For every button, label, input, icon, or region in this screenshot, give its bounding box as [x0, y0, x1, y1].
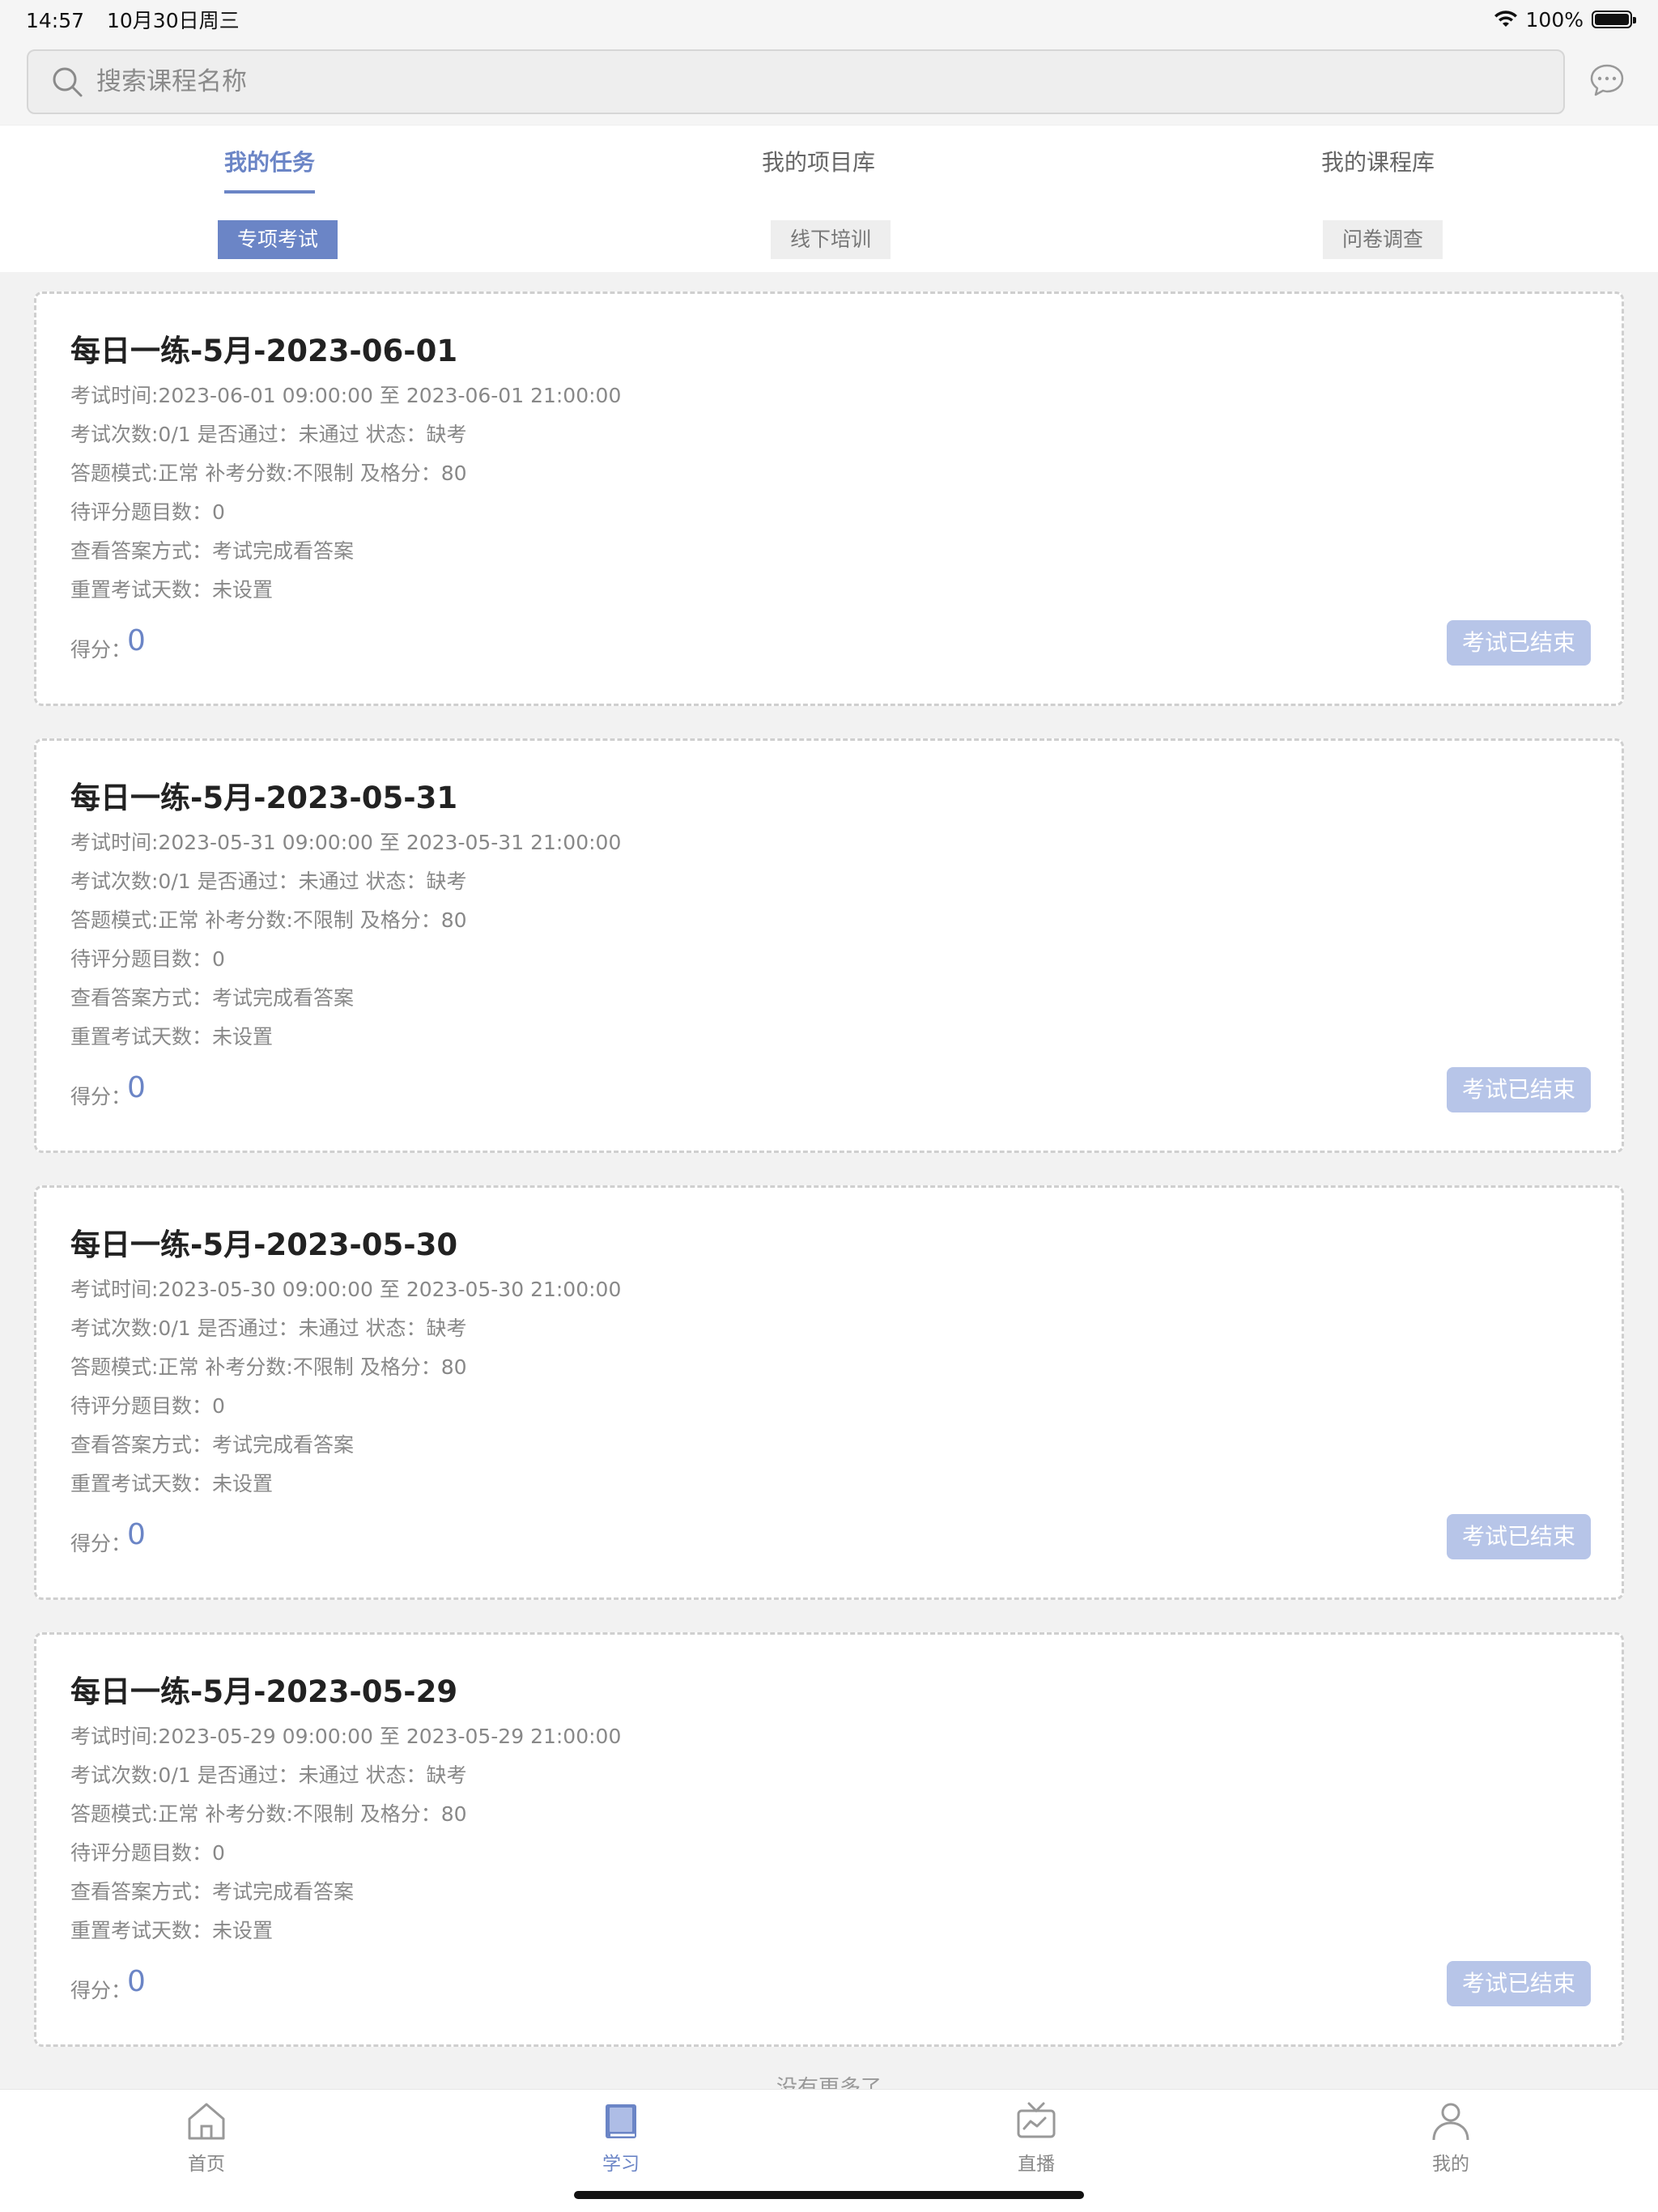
exam-ended-button[interactable]: 考试已结束 — [1447, 620, 1591, 666]
exam-title: 每日一练-5月-2023-05-29 — [70, 1674, 458, 1709]
exam-ended-button[interactable]: 考试已结束 — [1447, 1067, 1591, 1112]
subtab-special-exam[interactable]: 专项考试 — [218, 220, 338, 259]
exam-pending: 待评分题目数：0 — [70, 500, 225, 524]
exam-attempts: 考试次数:0/1 是否通过：未通过 状态：缺考 — [70, 1763, 467, 1787]
book-icon — [606, 2104, 636, 2138]
exam-answer-view: 查看答案方式：考试完成看答案 — [70, 539, 355, 563]
score-value: 0 — [127, 1071, 146, 1104]
exam-attempts: 考试次数:0/1 是否通过：未通过 状态：缺考 — [70, 1317, 467, 1340]
battery-icon — [1592, 11, 1636, 28]
top-tabs: 我的任务 我的项目库 我的课程库 — [0, 125, 1658, 202]
exam-card[interactable]: 每日一练-5月-2023-05-31 考试时间:2023-05-31 09:00… — [34, 738, 1624, 1153]
exam-ended-button[interactable]: 考试已结束 — [1447, 1514, 1591, 1559]
exam-mode: 答题模式:正常 补考分数:不限制 及格分：80 — [70, 462, 467, 485]
nav-study[interactable]: 学习 — [540, 2099, 702, 2176]
exam-pending: 待评分题目数：0 — [70, 1841, 225, 1865]
exam-mode: 答题模式:正常 补考分数:不限制 及格分：80 — [70, 1355, 467, 1379]
exam-reset-days: 重置考试天数：未设置 — [70, 1025, 274, 1049]
tab-my-tasks[interactable]: 我的任务 — [224, 145, 315, 177]
exam-title: 每日一练-5月-2023-05-31 — [70, 781, 458, 815]
score-label: 得分： — [70, 1979, 132, 2002]
app-screen: 14:57 10月30日周三 100% 搜索课程名称 我的任务 我的项目库 我的… — [0, 0, 1658, 2212]
tv-icon — [1017, 2102, 1056, 2138]
search-input[interactable] — [96, 67, 1473, 96]
user-icon — [1432, 2103, 1469, 2141]
nav-mine[interactable]: 我的 — [1370, 2099, 1532, 2176]
search-icon — [53, 67, 83, 97]
nav-mine-label: 我的 — [1432, 2154, 1469, 2175]
score-label: 得分： — [70, 1532, 132, 1555]
exam-reset-days: 重置考试天数：未设置 — [70, 1919, 274, 1942]
exam-answer-view: 查看答案方式：考试完成看答案 — [70, 986, 355, 1010]
exam-time: 考试时间:2023-05-31 09:00:00 至 2023-05-31 21… — [70, 831, 622, 854]
exam-time: 考试时间:2023-05-29 09:00:00 至 2023-05-29 21… — [70, 1725, 622, 1748]
score-value: 0 — [127, 624, 146, 657]
status-left: 14:57 10月30日周三 — [26, 5, 256, 34]
status-right: 100% — [1494, 7, 1636, 32]
exam-time: 考试时间:2023-06-01 09:00:00 至 2023-06-01 21… — [70, 384, 622, 407]
score-label: 得分： — [70, 638, 132, 661]
nav-home[interactable]: 首页 — [125, 2099, 287, 2176]
sub-tabs: 专项考试 线下培训 问卷调查 — [0, 202, 1658, 272]
home-icon — [188, 2103, 225, 2140]
exam-reset-days: 重置考试天数：未设置 — [70, 578, 274, 602]
exam-pending: 待评分题目数：0 — [70, 1394, 225, 1418]
status-time: 14:57 — [26, 9, 85, 32]
exam-ended-button[interactable]: 考试已结束 — [1447, 1961, 1591, 2006]
tab-my-courses[interactable]: 我的课程库 — [1321, 145, 1435, 177]
battery-percent: 100% — [1525, 7, 1584, 32]
tab-active-underline — [224, 190, 315, 194]
exam-title: 每日一练-5月-2023-05-30 — [70, 1227, 458, 1262]
search-header — [0, 39, 1658, 125]
exam-pending: 待评分题目数：0 — [70, 947, 225, 971]
wifi-icon — [1494, 11, 1517, 27]
exam-list[interactable]: 每日一练-5月-2023-06-01 考试时间:2023-06-01 09:00… — [0, 272, 1658, 2089]
score-value: 0 — [127, 1965, 146, 1998]
message-icon[interactable] — [1588, 62, 1626, 99]
exam-attempts: 考试次数:0/1 是否通过：未通过 状态：缺考 — [70, 423, 467, 446]
exam-mode: 答题模式:正常 补考分数:不限制 及格分：80 — [70, 1802, 467, 1826]
exam-card[interactable]: 每日一练-5月-2023-05-29 考试时间:2023-05-29 09:00… — [34, 1632, 1624, 2047]
nav-live-label: 直播 — [1018, 2154, 1055, 2175]
status-date: 10月30日周三 — [107, 9, 240, 32]
search-box[interactable] — [27, 49, 1565, 114]
list-footer: 没有更多了 — [776, 2076, 882, 2089]
exam-attempts: 考试次数:0/1 是否通过：未通过 状态：缺考 — [70, 870, 467, 893]
home-indicator[interactable] — [574, 2191, 1084, 2199]
exam-mode: 答题模式:正常 补考分数:不限制 及格分：80 — [70, 908, 467, 932]
exam-time: 考试时间:2023-05-30 09:00:00 至 2023-05-30 21… — [70, 1278, 622, 1301]
exam-card[interactable]: 每日一练-5月-2023-05-30 考试时间:2023-05-30 09:00… — [34, 1185, 1624, 1600]
nav-home-label: 首页 — [188, 2154, 225, 2175]
status-bar: 14:57 10月30日周三 100% — [0, 0, 1658, 39]
exam-card[interactable]: 每日一练-5月-2023-06-01 考试时间:2023-06-01 09:00… — [34, 291, 1624, 706]
subtab-survey[interactable]: 问卷调查 — [1323, 220, 1443, 259]
score-label: 得分： — [70, 1085, 132, 1108]
nav-study-label: 学习 — [602, 2154, 640, 2175]
nav-live[interactable]: 直播 — [955, 2099, 1117, 2176]
exam-answer-view: 查看答案方式：考试完成看答案 — [70, 1433, 355, 1457]
exam-title: 每日一练-5月-2023-06-01 — [70, 334, 458, 368]
subtab-offline-training[interactable]: 线下培训 — [771, 220, 891, 259]
exam-answer-view: 查看答案方式：考试完成看答案 — [70, 1880, 355, 1904]
exam-reset-days: 重置考试天数：未设置 — [70, 1472, 274, 1495]
score-value: 0 — [127, 1518, 146, 1551]
tab-my-projects[interactable]: 我的项目库 — [762, 145, 875, 177]
